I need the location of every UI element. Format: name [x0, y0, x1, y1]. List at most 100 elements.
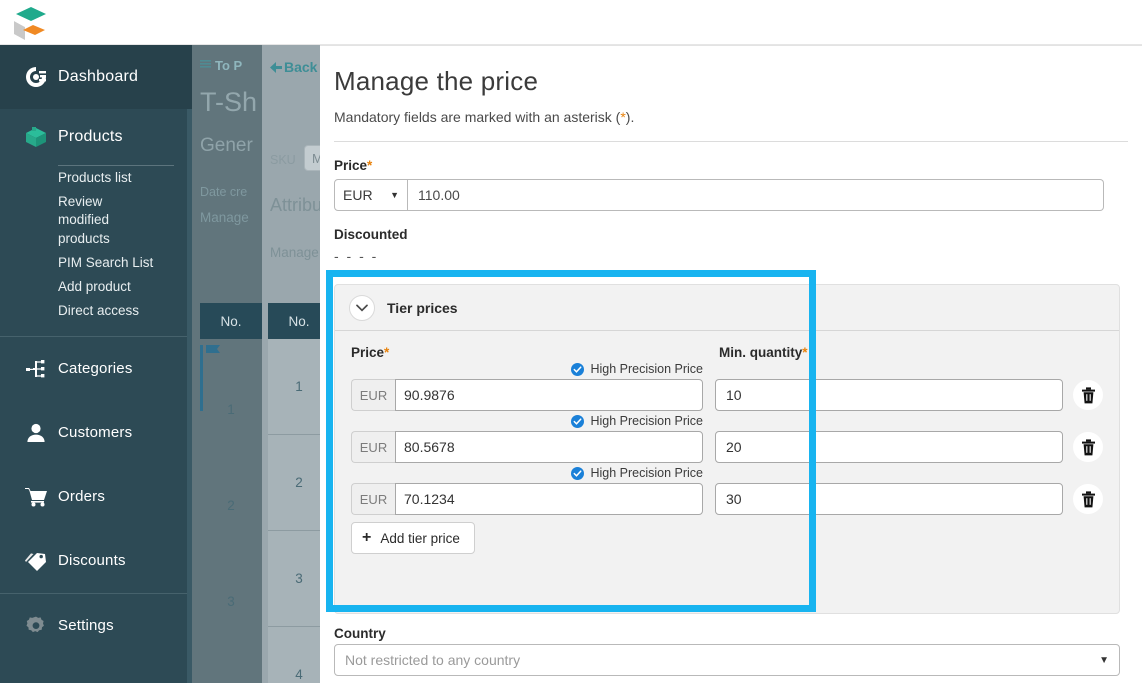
check-circle-icon	[571, 466, 585, 480]
background-layer-products: To P T-Sh Gener Date cre Manage No. 1 2 …	[192, 45, 262, 683]
high-precision-indicator: High Precision Price	[351, 360, 703, 378]
app-root: Dashboard Products Products list Review …	[0, 0, 1142, 683]
tree-icon	[14, 357, 58, 381]
currency-select[interactable]: EUR ▼	[334, 179, 408, 211]
trash-icon	[1081, 386, 1095, 403]
tier-price-input[interactable]: 80.5678	[395, 431, 703, 463]
list-icon	[200, 60, 211, 68]
chevron-down-icon: ▼	[1099, 654, 1109, 666]
sidebar-item-settings[interactable]: Settings	[0, 594, 192, 658]
tier-min-quantity-input[interactable]: 20	[715, 431, 1063, 463]
sidebar-item-label: Dashboard	[58, 68, 139, 85]
country-label: Country	[334, 626, 386, 641]
background-row-number: 2	[227, 497, 235, 513]
chevron-down-icon[interactable]	[349, 294, 375, 321]
sidebar-item-dashboard[interactable]: Dashboard	[0, 45, 192, 109]
tier-price-value: 80.5678	[404, 439, 455, 455]
sidebar-subitem-products-list[interactable]: Products list	[0, 166, 192, 190]
sidebar-item-label: Settings	[58, 617, 114, 635]
high-precision-label: High Precision Price	[590, 362, 703, 376]
background-row-number: 3	[227, 593, 235, 609]
tier-price-value: 70.1234	[404, 491, 455, 507]
delete-tier-price-button[interactable]	[1073, 380, 1103, 410]
price-label-text: Price	[334, 158, 368, 173]
background-tab-label: To P	[215, 58, 243, 73]
gear-icon	[14, 614, 58, 638]
high-precision-label: High Precision Price	[590, 466, 703, 480]
delete-tier-price-button[interactable]	[1073, 432, 1103, 462]
required-asterisk: *	[367, 158, 373, 173]
background-row-number: 2	[268, 435, 322, 531]
sidebar-item-orders[interactable]: Orders	[0, 465, 192, 529]
tier-price-input[interactable]: 70.1234	[395, 483, 703, 515]
column-qty-text: Min. quantity	[719, 345, 803, 360]
tier-price-field-group: EUR 90.9876	[351, 379, 703, 411]
sidebar-item-label: Discounts	[58, 552, 126, 570]
currency-prefix: EUR	[351, 483, 395, 515]
background-manage-label-2: Manage	[270, 245, 319, 260]
background-table-header-2: No.	[268, 303, 322, 339]
tier-price-row: EUR 90.9876 10	[335, 378, 1119, 412]
trash-icon	[1081, 490, 1095, 507]
background-back-link[interactable]: Back	[284, 59, 317, 75]
sidebar-item-customers[interactable]: Customers	[0, 401, 192, 465]
tier-min-quantity-input[interactable]: 30	[715, 483, 1063, 515]
required-asterisk: *	[384, 345, 390, 360]
arrow-left-icon	[270, 62, 282, 73]
gauge-icon	[14, 64, 58, 90]
akeneo-diamond-logo-icon[interactable]	[10, 4, 50, 42]
column-header-min-quantity: Min. quantity*	[703, 345, 1103, 360]
tier-price-field-group: EUR 70.1234	[351, 483, 703, 515]
sidebar-item-products[interactable]: Products	[0, 109, 192, 165]
background-date-created: Date cre	[200, 185, 248, 199]
chevron-down-icon: ▼	[390, 190, 399, 200]
tier-min-quantity-input[interactable]: 10	[715, 379, 1063, 411]
sidebar-item-discounts[interactable]: Discounts	[0, 529, 192, 593]
cart-icon	[14, 485, 58, 509]
country-select[interactable]: Not restricted to any country ▼	[334, 644, 1120, 676]
sidebar-subitem-add-product[interactable]: Add product	[0, 275, 192, 299]
background-section-label: Gener	[200, 135, 253, 156]
background-page-title: T-Sh	[200, 87, 258, 117]
high-precision-indicator: High Precision Price	[351, 464, 703, 482]
tier-price-value: 90.9876	[404, 387, 455, 403]
delete-tier-price-button[interactable]	[1073, 484, 1103, 514]
tag-icon	[14, 549, 58, 573]
currency-prefix: EUR	[351, 431, 395, 463]
sidebar-item-label: Products	[58, 128, 123, 145]
high-precision-indicator: High Precision Price	[351, 412, 703, 430]
box-icon	[14, 124, 58, 150]
sidebar-group-products: Products Products list Review modified p…	[0, 109, 192, 336]
sidebar-item-label: Customers	[58, 424, 133, 442]
tier-prices-header[interactable]: Tier prices	[335, 285, 1119, 331]
add-tier-price-button[interactable]: + Add tier price	[351, 522, 475, 554]
background-row-number: 1	[268, 339, 322, 435]
manage-price-modal: Manage the price Mandatory fields are ma…	[320, 45, 1142, 683]
background-table-header: No.	[200, 303, 262, 339]
price-input[interactable]: 110.00	[408, 179, 1104, 211]
background-sku-label: SKU	[270, 153, 296, 167]
sidebar-subitem-review-modified-products[interactable]: Review modified products	[0, 190, 120, 251]
sidebar-item-label: Categories	[58, 360, 133, 378]
high-precision-label: High Precision Price	[590, 414, 703, 428]
tier-price-row: EUR 80.5678 20	[335, 430, 1119, 464]
background-row-number: 1	[227, 401, 235, 417]
add-tier-price-label: Add tier price	[380, 530, 460, 546]
sidebar-subitem-pim-search-list[interactable]: PIM Search List	[0, 251, 192, 275]
sidebar-subitem-direct-access[interactable]: Direct access	[0, 299, 192, 323]
mandatory-fields-note: Mandatory fields are marked with an aste…	[334, 109, 1142, 125]
page-title: Manage the price	[334, 66, 539, 96]
trash-icon	[1081, 438, 1095, 455]
plus-icon: +	[362, 529, 372, 546]
required-asterisk: *	[802, 345, 808, 360]
background-attributes-label: Attribu	[270, 195, 322, 215]
user-icon	[14, 421, 58, 445]
tier-price-field-group: EUR 80.5678	[351, 431, 703, 463]
background-row-number: 3	[268, 531, 322, 627]
note-text-after: ).	[625, 109, 635, 125]
tier-prices-title: Tier prices	[387, 299, 458, 316]
note-text-before: Mandatory fields are marked with an aste…	[334, 109, 621, 125]
column-header-price: Price*	[351, 345, 703, 360]
tier-price-input[interactable]: 90.9876	[395, 379, 703, 411]
sidebar-item-categories[interactable]: Categories	[0, 337, 192, 401]
